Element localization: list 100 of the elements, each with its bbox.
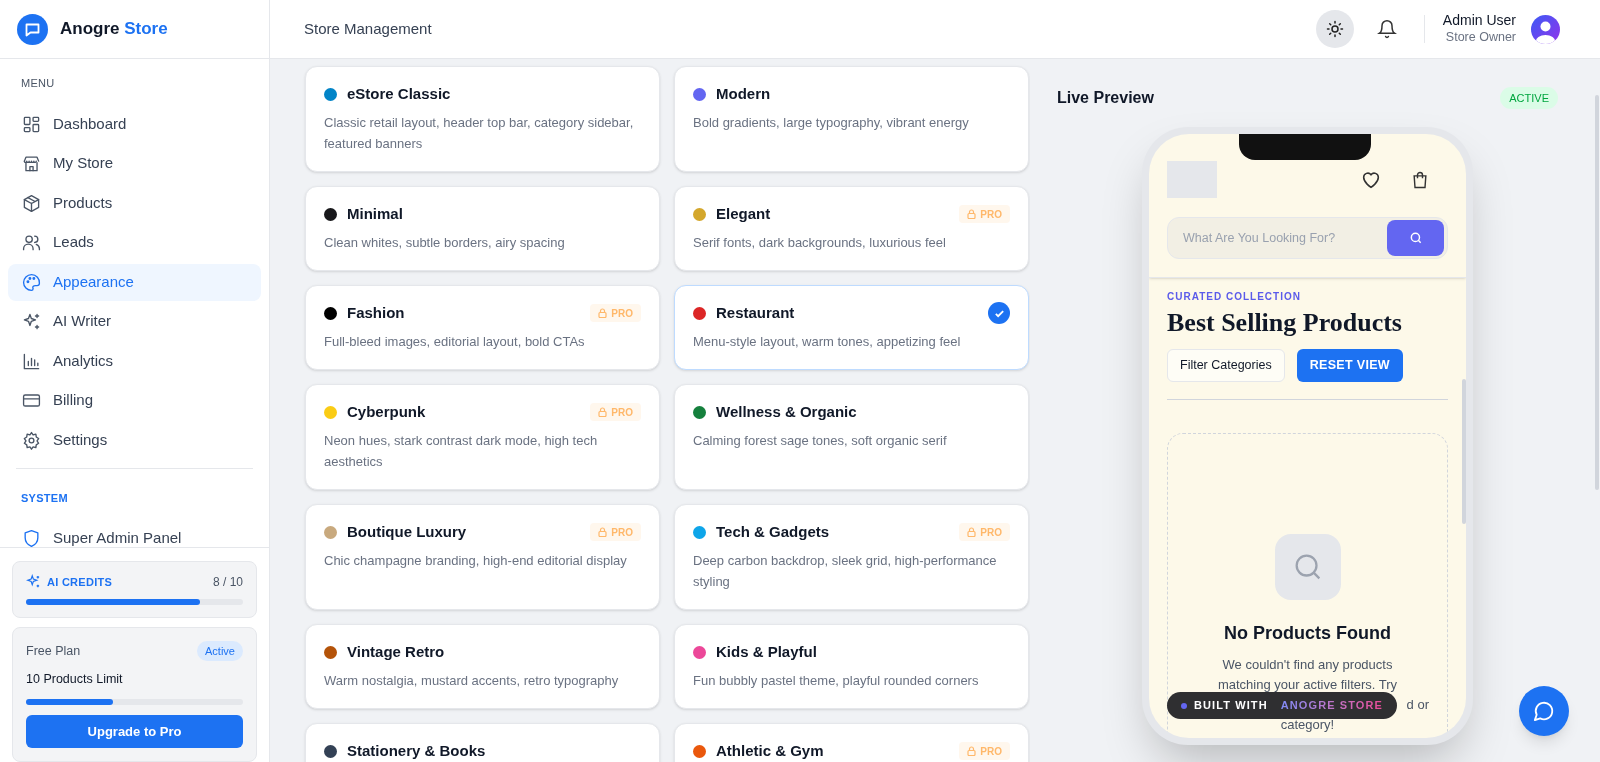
- theme-description: Clean whites, subtle borders, airy spacing: [324, 234, 566, 252]
- theme-name: Restaurant: [716, 302, 795, 323]
- theme-card[interactable]: Fashion PRO Full-bleed images, editorial layout, bold CTAs: [305, 285, 660, 370]
- upgrade-button[interactable]: Upgrade to Pro: [26, 715, 243, 748]
- nav-item[interactable]: Billing: [8, 382, 261, 419]
- theme-card[interactable]: Vintage Retro Warm nostalgia, mustard accents, retro typography: [305, 624, 660, 709]
- theme-name: eStore Classic: [347, 83, 451, 104]
- pro-badge: PRO: [590, 403, 641, 421]
- section-title: Live Preview: [1057, 88, 1154, 108]
- theme-name: Cyberpunk: [347, 401, 426, 422]
- bar-chart-icon: [22, 351, 41, 371]
- theme-description: Neon hues, stark contrast dark mode, high tech aesthetics: [324, 432, 599, 471]
- empty-state-text: matching your active filters. Try: [1217, 676, 1398, 694]
- plan-name: Free Plan: [26, 642, 81, 660]
- logo-placeholder: [1167, 161, 1217, 198]
- status-badge: ACTIVE: [1500, 86, 1558, 110]
- nav-item[interactable]: Appearance: [8, 263, 261, 301]
- storefront-icon: [22, 154, 41, 173]
- theme-name: Wellness & Organic: [716, 401, 857, 422]
- pro-badge: PRO: [959, 205, 1010, 223]
- lock-icon: [967, 527, 977, 537]
- theme-name: Vintage Retro: [347, 641, 445, 662]
- theme-card[interactable]: Restaurant Menu-style layout, warm tones, appetizing feel: [674, 285, 1029, 370]
- empty-state-text: We couldn't find any products: [1222, 656, 1393, 674]
- theme-name: Elegant: [716, 203, 771, 224]
- theme-card[interactable]: Tech & Gadgets PRO Deep carbon backdrop, sleek grid, high-performance styling: [674, 504, 1029, 610]
- status-badge: Active: [197, 640, 243, 662]
- nav-item[interactable]: Super Admin Panel: [8, 520, 261, 547]
- theme-toggle-button[interactable]: [1315, 10, 1354, 48]
- theme-description: Menu-style layout, warm tones, appetizing feel: [693, 333, 962, 351]
- empty-state-title: No Products Found: [1224, 622, 1391, 645]
- sun-icon: [1325, 20, 1344, 38]
- empty-state-text: d or: [1406, 696, 1429, 714]
- nav-item[interactable]: My Store: [8, 145, 261, 182]
- chat-logo-icon: [17, 13, 48, 45]
- reset-button[interactable]: RESET VIEW: [1296, 349, 1403, 382]
- theme-name: Fashion: [347, 302, 405, 323]
- section-heading: Best Selling Products: [1167, 307, 1403, 339]
- pro-badge: PRO: [590, 523, 641, 541]
- theme-description: Deep carbon backdrop, sleek grid, high-performance styling: [693, 552, 998, 591]
- filter-button[interactable]: Filter Categories: [1167, 349, 1285, 382]
- theme-card[interactable]: Kids & Playful Fun bubbly pastel theme, playful rounded corners: [674, 624, 1029, 709]
- theme-name: Kids & Playful: [716, 641, 817, 662]
- user-role: Store Owner: [1445, 29, 1516, 46]
- credits-count: 8 / 10: [212, 573, 243, 591]
- theme-name: Boutique Luxury: [347, 521, 467, 542]
- chat-button[interactable]: [1519, 686, 1569, 736]
- bell-icon: [1376, 19, 1397, 39]
- chat-bubble-icon: [1533, 700, 1555, 722]
- theme-description: Bold gradients, large typography, vibrant energy: [693, 114, 970, 132]
- empty-state-text: category!: [1280, 716, 1335, 734]
- nav-item[interactable]: Products: [8, 184, 261, 222]
- search-icon: [1274, 534, 1341, 600]
- nav-item[interactable]: AI Writer: [8, 303, 261, 340]
- nav-item[interactable]: Leads: [8, 224, 261, 261]
- theme-name: Tech & Gadgets: [716, 521, 830, 542]
- package-icon: [22, 193, 41, 213]
- theme-card[interactable]: Elegant PRO Serif fonts, dark backgrounds, luxurious feel: [674, 186, 1029, 271]
- section-heading: MENU: [20, 76, 56, 91]
- section-heading: SYSTEM: [20, 490, 69, 506]
- page-title: Store Management: [304, 18, 432, 39]
- users-icon: [22, 233, 41, 252]
- theme-card[interactable]: Wellness & Organic Calming forest sage tones, soft organic serif: [674, 384, 1029, 490]
- shield-icon: [22, 529, 41, 547]
- theme-description: Fun bubbly pastel theme, playful rounded corners: [693, 672, 980, 690]
- theme-card[interactable]: Boutique Luxury PRO Chic champagne branding, high-end editorial display: [305, 504, 660, 610]
- brand-name: Anogre Store: [60, 18, 168, 41]
- theme-card[interactable]: eStore Classic Classic retail layout, header top bar, category sidebar, featured banners: [305, 66, 660, 172]
- theme-description: Warm nostalgia, mustard accents, retro typography: [324, 672, 620, 690]
- lock-icon: [598, 308, 608, 318]
- credit-card-icon: [22, 391, 41, 410]
- theme-card[interactable]: Stationery & Books: [305, 723, 660, 762]
- lock-icon: [967, 746, 977, 756]
- theme-card[interactable]: Athletic & Gym PRO: [674, 723, 1029, 762]
- settings-icon: [22, 430, 41, 450]
- palette-icon: [22, 272, 41, 292]
- pro-badge: PRO: [959, 742, 1010, 760]
- sparkle-icon: [22, 312, 41, 331]
- user-name: Admin User: [1442, 12, 1516, 30]
- theme-description: Classic retail layout, header top bar, category sidebar, featured banners: [324, 114, 635, 153]
- avatar-icon[interactable]: [1531, 14, 1560, 44]
- theme-card[interactable]: Modern Bold gradients, large typography, vibrant energy: [674, 66, 1029, 172]
- nav-item[interactable]: Analytics: [8, 342, 261, 380]
- theme-name: Stationery & Books: [347, 740, 486, 761]
- theme-description: Calming forest sage tones, soft organic serif: [693, 432, 948, 450]
- grid-icon: [22, 114, 41, 134]
- search-button[interactable]: [1387, 220, 1444, 256]
- credits-label: AI CREDITS: [47, 574, 113, 590]
- pro-badge: PRO: [959, 523, 1010, 541]
- built-with-badge: BUILT WITH ANOGRE STORE: [1167, 692, 1397, 719]
- theme-name: Athletic & Gym: [716, 740, 824, 761]
- eyebrow-label: CURATED COLLECTION: [1167, 290, 1302, 304]
- theme-card[interactable]: Cyberpunk PRO Neon hues, stark contrast dark mode, high tech aesthetics: [305, 384, 660, 490]
- theme-description: Full-bleed images, editorial layout, bold CTAs: [324, 333, 586, 351]
- nav-item[interactable]: Settings: [8, 421, 261, 459]
- theme-name: Minimal: [347, 203, 403, 224]
- nav-item[interactable]: Dashboard: [8, 105, 261, 143]
- theme-description: Chic champagne branding, high-end editorial display: [324, 552, 628, 570]
- theme-name: Modern: [716, 83, 771, 104]
- theme-card[interactable]: Minimal Clean whites, subtle borders, airy spacing: [305, 186, 660, 271]
